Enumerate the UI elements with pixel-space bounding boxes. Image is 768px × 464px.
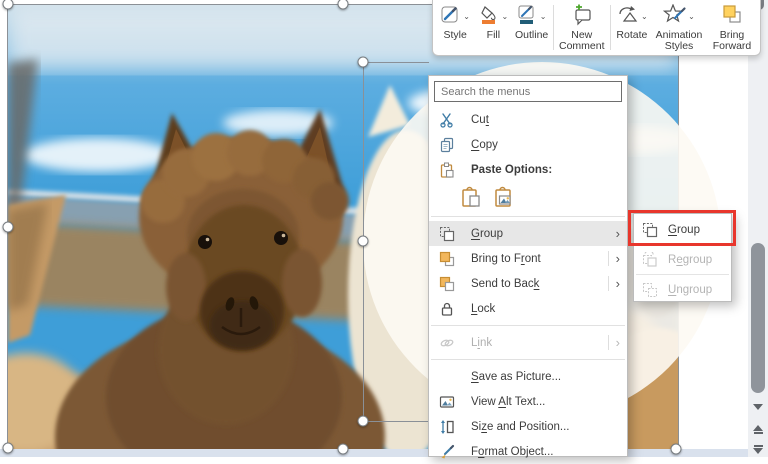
menu-separator (431, 216, 625, 217)
menu-item-save-as-picture[interactable]: Save as Picture... (429, 364, 627, 389)
context-menu: Cut Copy Paste Options: Group › Bring to… (428, 75, 628, 458)
outline-icon (517, 4, 539, 30)
menu-item-group[interactable]: Group › (429, 221, 627, 246)
regroup-icon (640, 251, 660, 268)
ungroup-icon (640, 282, 660, 298)
chevron-down-icon: ⌄ (688, 11, 695, 21)
size-position-icon (437, 419, 457, 435)
rotate-label: Rotate (616, 29, 648, 41)
red-annotation-box (628, 210, 736, 246)
menu-item-paste-options: Paste Options: (429, 157, 627, 182)
menu-item-cut[interactable]: Cut (429, 107, 627, 132)
new-comment-button[interactable]: New Comment (556, 2, 608, 53)
next-slide-icon[interactable] (748, 440, 768, 458)
submenu-arrow-icon: › (615, 226, 620, 241)
search-input[interactable] (434, 81, 622, 102)
rotate-icon (616, 4, 640, 30)
submenu-item-regroup: Regroup (634, 246, 731, 273)
toolbar-divider (609, 5, 611, 50)
menu-item-copy[interactable]: Copy (429, 132, 627, 157)
chevron-down-icon: ⌄ (641, 11, 648, 21)
link-icon (437, 335, 457, 351)
selection-handle[interactable] (2, 442, 14, 454)
style-button[interactable]: ⌄ Style (436, 2, 474, 53)
format-object-icon (437, 444, 457, 460)
send-to-back-icon (437, 276, 457, 292)
group-objects-icon (437, 226, 457, 242)
outline-button[interactable]: ⌄ Outline (513, 2, 551, 53)
scroll-down-icon[interactable] (748, 398, 768, 416)
arrow-divider (607, 276, 609, 291)
menu-item-view-alt-text[interactable]: View Alt Text... (429, 389, 627, 414)
arrow-divider (607, 335, 609, 350)
selection-handle[interactable] (357, 415, 369, 427)
mini-toolbar: ⌄ Style ⌄ Fill ⌄ Outline New Comment ⌄ R… (432, 0, 761, 56)
menu-item-bring-to-front[interactable]: Bring to Front › (429, 246, 627, 271)
paste-icon (437, 162, 457, 178)
style-label: Style (443, 29, 467, 41)
paste-keep-source-icon[interactable] (459, 185, 483, 209)
toolbar-divider (552, 5, 554, 50)
submenu-arrow-icon: › (615, 276, 620, 291)
lock-icon (437, 301, 457, 317)
scrollbar-thumb[interactable] (751, 243, 765, 393)
bring-forward-button[interactable]: Bring Forward (707, 2, 757, 53)
submenu-item-ungroup: Ungroup (634, 276, 731, 303)
fill-button[interactable]: ⌄ Fill (474, 2, 512, 53)
style-icon (440, 4, 462, 30)
menu-separator (431, 359, 625, 360)
workspace-bottom-strip (0, 449, 768, 457)
outline-label: Outline (514, 29, 549, 41)
chevron-down-icon: ⌄ (539, 11, 547, 21)
menu-item-lock[interactable]: Lock (429, 296, 627, 321)
bring-forward-label: Bring Forward (712, 28, 752, 53)
chevron-down-icon: ⌄ (463, 11, 470, 21)
selection-handle[interactable] (670, 443, 682, 455)
bring-forward-icon (721, 4, 743, 30)
animation-styles-label: Animation Styles (655, 28, 703, 53)
menu-separator (636, 274, 729, 275)
menu-item-send-to-back[interactable]: Send to Back › (429, 271, 627, 296)
submenu-arrow-icon: › (615, 335, 620, 350)
animation-styles-icon (663, 3, 687, 30)
oval-selection-top-edge (363, 62, 429, 63)
arrow-divider (607, 251, 609, 266)
selection-handle[interactable] (2, 221, 14, 233)
bring-to-front-icon (437, 251, 457, 267)
new-comment-label: New Comment (558, 28, 605, 53)
paste-picture-icon[interactable] (492, 185, 516, 209)
copy-icon (437, 137, 457, 153)
alt-text-icon (437, 394, 457, 410)
previous-slide-icon[interactable] (748, 420, 768, 438)
paste-options-row (429, 182, 627, 212)
selection-handle[interactable] (357, 235, 369, 247)
fill-label: Fill (486, 29, 501, 41)
menu-item-format-object[interactable]: Format Object... (429, 439, 627, 464)
scissors-icon (437, 112, 457, 128)
oval-selection-bottom-edge (363, 421, 429, 422)
menu-item-size-and-position[interactable]: Size and Position... (429, 414, 627, 439)
menu-item-link: Link › (429, 330, 627, 355)
menu-separator (431, 325, 625, 326)
rotate-button[interactable]: ⌄ Rotate (613, 2, 651, 53)
selection-handle[interactable] (357, 56, 369, 68)
selection-handle[interactable] (337, 443, 349, 455)
new-comment-icon (571, 4, 593, 30)
submenu-arrow-icon: › (615, 251, 620, 266)
animation-styles-button[interactable]: ⌄ Animation Styles (651, 2, 707, 53)
chevron-down-icon: ⌄ (501, 11, 509, 21)
fill-icon (479, 4, 501, 30)
